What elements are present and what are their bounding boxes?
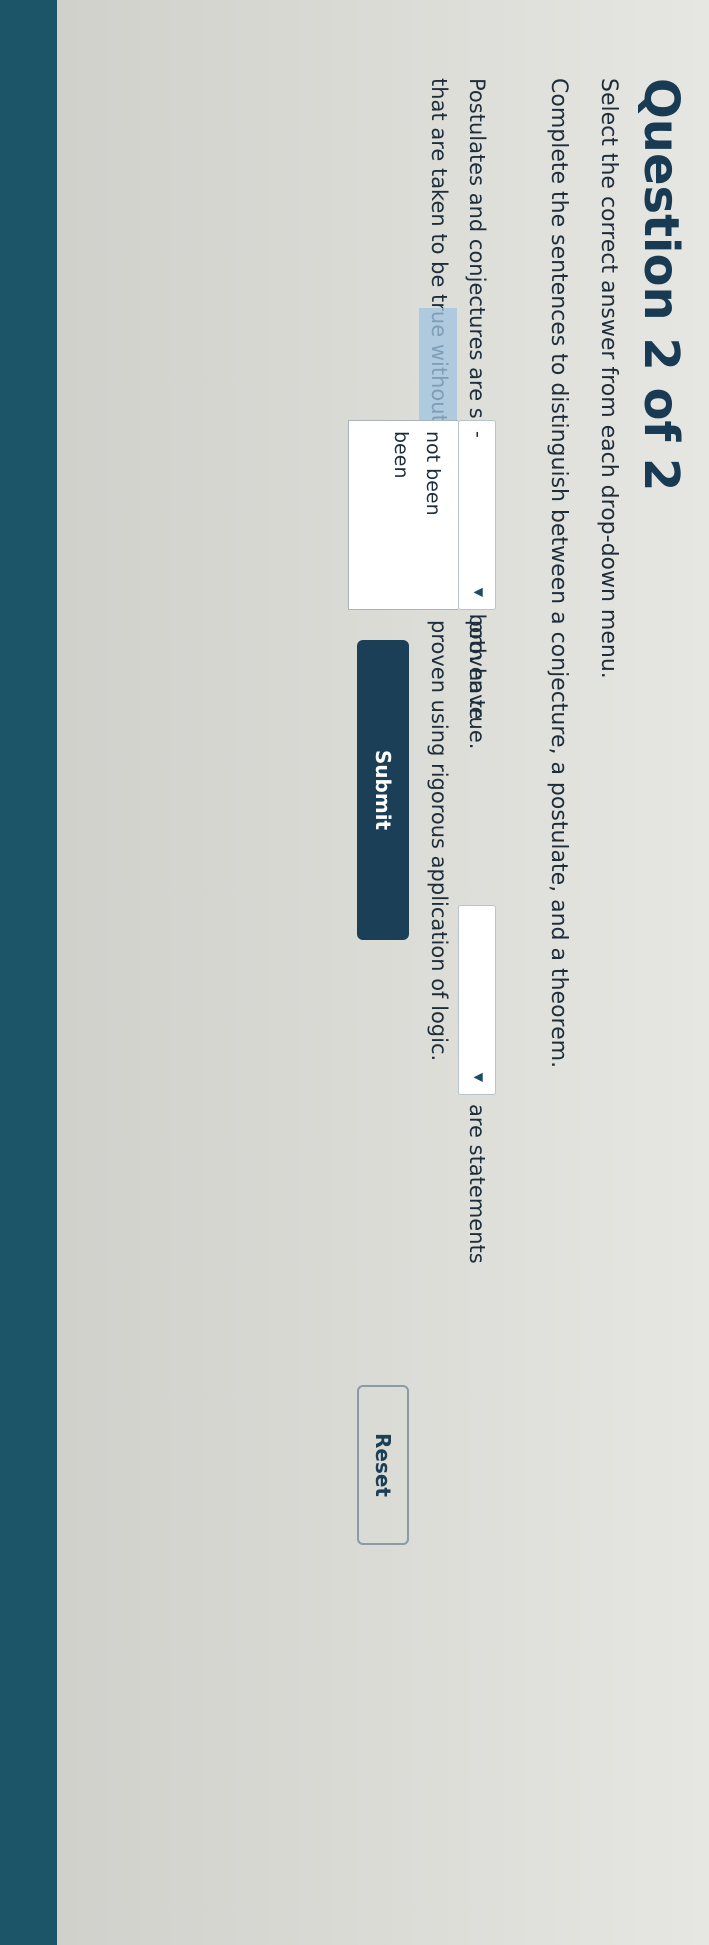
dropdown-1-selected: - (467, 431, 489, 438)
instruction-text: Select the correct answer from each drop… (596, 78, 621, 679)
dropdown-1-options: not been been (348, 420, 458, 610)
dropdown-option-been[interactable]: been (390, 431, 412, 478)
dropdown-2[interactable]: ▼ (458, 905, 496, 1095)
chevron-down-icon: ▼ (472, 1072, 486, 1082)
chevron-down-icon: ▼ (472, 587, 486, 597)
dropdown-option-not-been[interactable]: not been (422, 431, 444, 516)
question-prompt: Complete the sentences to distinguish be… (546, 78, 571, 1069)
question-page: Question 2 of 2 Select the correct answe… (0, 0, 709, 1945)
dropdown-1[interactable]: - ▼ (458, 420, 496, 610)
sentence-text-2: proven true. (465, 620, 489, 750)
sentence-text-5: proven using rigorous application of log… (427, 620, 451, 1062)
page-title: Question 2 of 2 (633, 78, 689, 492)
reset-button[interactable]: Reset (357, 1385, 409, 1545)
sentence-text-3: are statements (465, 1104, 489, 1264)
window-edge (0, 0, 57, 1945)
submit-button[interactable]: Submit (357, 640, 409, 940)
